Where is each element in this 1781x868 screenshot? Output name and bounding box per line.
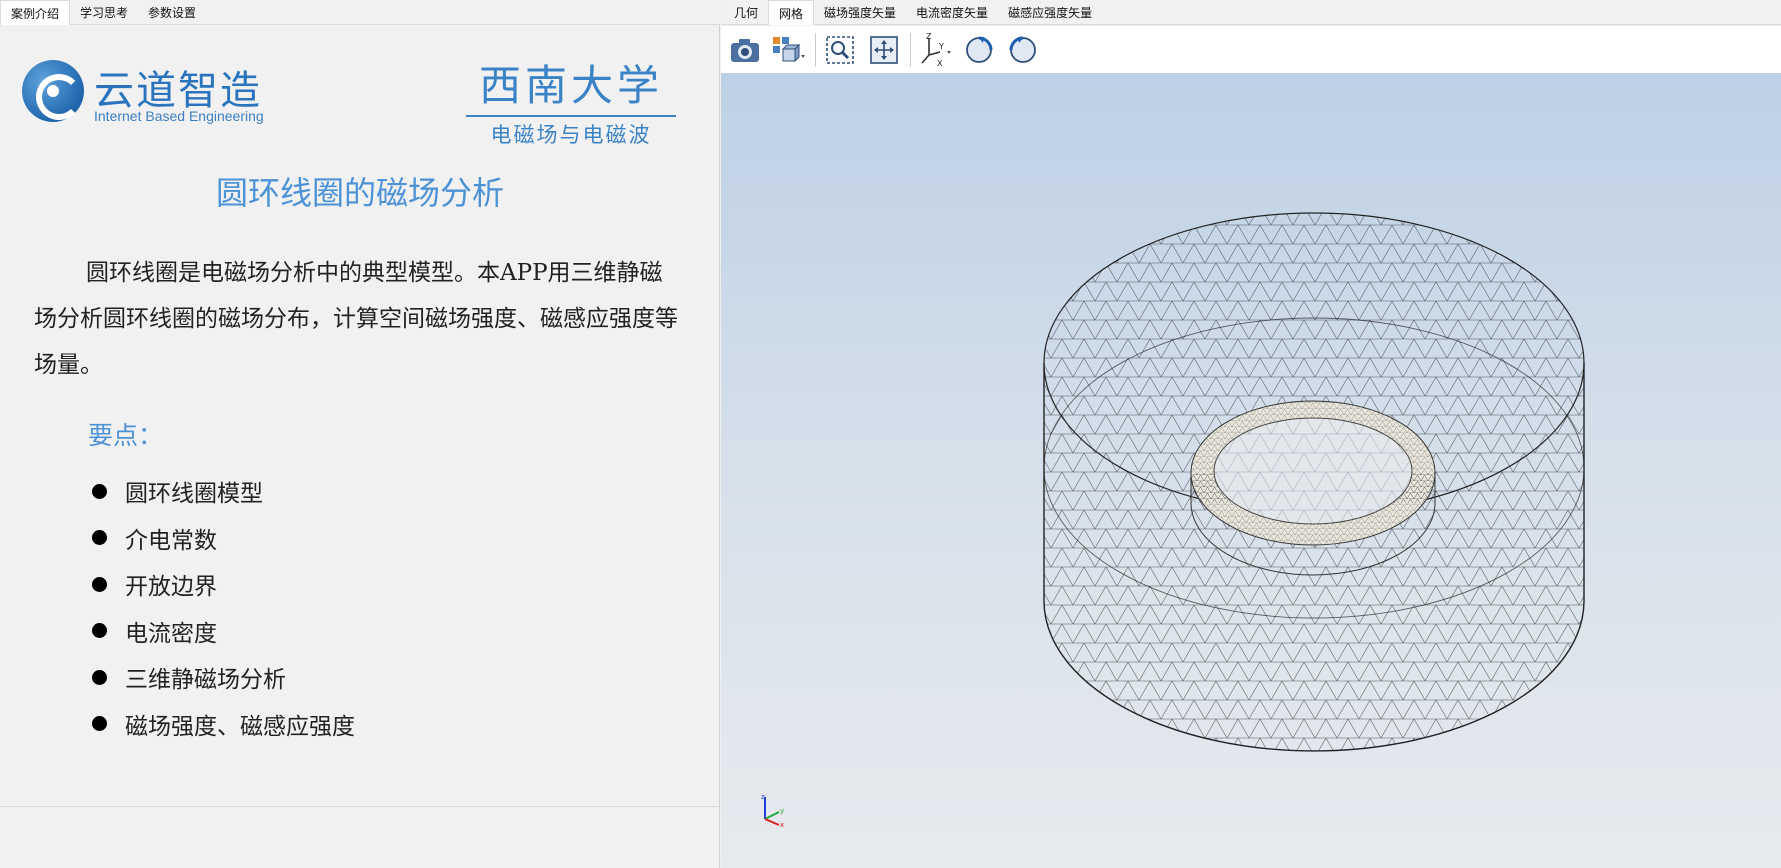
list-item: 磁场强度、磁感应强度 [92, 701, 355, 748]
key-point-text: 开放边界 [125, 574, 217, 601]
bullet-icon [92, 623, 107, 639]
viewport-toolbar: ZYX [721, 26, 1781, 73]
rotate-cw-icon[interactable] [961, 32, 997, 68]
3d-viewport[interactable]: z y x [721, 73, 1781, 868]
tab-study-thinking[interactable]: 学习思考 [70, 0, 138, 25]
svg-text:X: X [937, 59, 943, 67]
university-name: 西南大学 [466, 52, 676, 117]
page-title: 圆环线圈的磁场分析 [215, 174, 504, 212]
toolbar-separator [910, 32, 911, 67]
list-item: 圆环线圈模型 [92, 468, 355, 515]
bullet-icon [92, 716, 107, 732]
toolbar-separator [815, 32, 816, 67]
view-tab-bar: 几何 网格 磁场强度矢量 电流密度矢量 磁感应强度矢量 [721, 0, 1781, 25]
list-item: 三维静磁场分析 [92, 654, 355, 701]
svg-text:x: x [780, 821, 784, 829]
bullet-icon [92, 530, 107, 546]
key-point-text: 三维静磁场分析 [125, 667, 286, 694]
key-points-list: 圆环线圈模型 介电常数 开放边界 电流密度 三维静磁场分析 磁场强度、磁感应强度 [92, 468, 355, 747]
svg-text:Z: Z [926, 33, 932, 41]
app-window: 案例介绍 学习思考 参数设置 云道智造 Internet Based Engin… [0, 0, 1781, 868]
description-text: 圆环线圈是电磁场分析中的典型模型。本APP用三维静磁场分析圆环线圈的磁场分布，计… [34, 260, 678, 378]
key-point-text: 电流密度 [125, 620, 217, 647]
list-item: 电流密度 [92, 608, 355, 655]
bullet-icon [92, 576, 107, 592]
key-point-text: 圆环线圈模型 [125, 481, 263, 508]
rotate-ccw-icon[interactable] [1005, 32, 1041, 68]
zoom-box-icon[interactable] [822, 32, 858, 68]
tab-case-intro[interactable]: 案例介绍 [0, 0, 71, 25]
left-tab-bar: 案例介绍 学习思考 参数设置 [0, 0, 720, 25]
right-panel: 几何 网格 磁场强度矢量 电流密度矢量 磁感应强度矢量 ZYX z y x [721, 0, 1781, 868]
tab-parameter-settings[interactable]: 参数设置 [138, 0, 206, 25]
tab-current-density-vector[interactable]: 电流密度矢量 [906, 0, 998, 25]
list-item: 介电常数 [92, 515, 355, 562]
fit-all-icon[interactable] [866, 32, 902, 68]
yundao-logo: 云道智造 Internet Based Engineering [22, 52, 272, 132]
svg-text:y: y [780, 807, 784, 815]
list-item: 开放边界 [92, 561, 355, 608]
bullet-icon [92, 483, 107, 499]
axis-triad-icon: z y x [759, 793, 789, 833]
university-course: 电磁场与电磁波 [490, 123, 652, 147]
swirl-logo-icon [22, 60, 84, 122]
bullet-icon [92, 669, 107, 685]
tab-mesh[interactable]: 网格 [768, 0, 815, 25]
mesh-model [1043, 212, 1585, 752]
tab-magnetic-field-vector[interactable]: 磁场强度矢量 [814, 0, 906, 25]
tab-magnetic-induction-vector[interactable]: 磁感应强度矢量 [998, 0, 1102, 25]
axes-orientation-icon[interactable]: ZYX [917, 32, 953, 68]
camera-icon[interactable] [727, 32, 763, 68]
tab-geometry[interactable]: 几何 [724, 0, 768, 25]
brand-name-en: Internet Based Engineering [94, 108, 264, 124]
svg-text:z: z [761, 793, 765, 801]
left-panel: 案例介绍 学习思考 参数设置 云道智造 Internet Based Engin… [0, 0, 720, 868]
view-cube-icon[interactable] [771, 32, 807, 68]
key-point-text: 磁场强度、磁感应强度 [125, 713, 355, 740]
university-logo: 西南大学 电磁场与电磁波 [466, 52, 676, 147]
key-point-text: 介电常数 [125, 527, 217, 554]
key-points-heading: 要点： [88, 421, 164, 450]
divider [0, 806, 720, 807]
svg-text:Y: Y [938, 42, 944, 51]
